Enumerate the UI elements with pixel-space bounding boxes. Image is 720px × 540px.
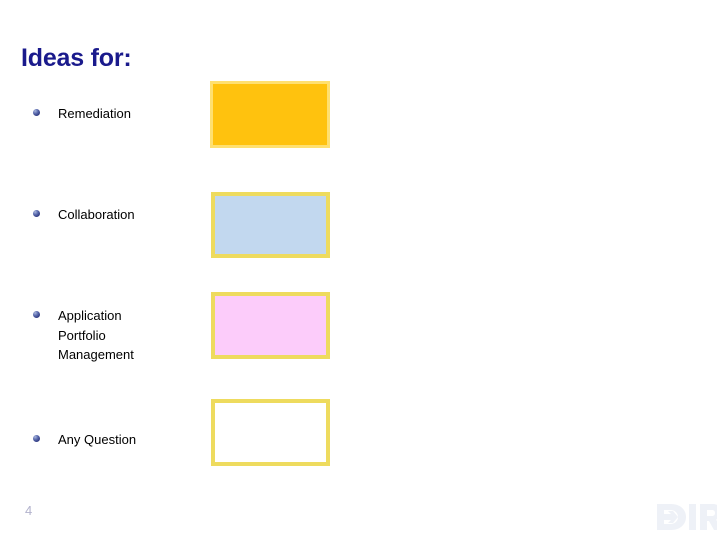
page-title: Ideas for: [21, 44, 132, 72]
list-item-label: Any Question [58, 432, 137, 447]
blue-sphere-bullet-icon [33, 435, 40, 442]
blue-sphere-bullet-icon [33, 311, 40, 318]
slide-canvas: Ideas for: Remediation Collaboration App… [0, 0, 720, 540]
list-item-label: Application Portfolio Management [58, 308, 134, 362]
list-item: Remediation [33, 104, 131, 124]
list-item: Any Question [33, 430, 136, 450]
collaboration-swatch [211, 192, 330, 258]
dir-logo-icon [655, 498, 717, 536]
list-item-label: Collaboration [58, 207, 135, 222]
list-item-label: Remediation [58, 106, 131, 121]
blue-sphere-bullet-icon [33, 210, 40, 217]
blue-sphere-bullet-icon [33, 109, 40, 116]
remediation-swatch [210, 81, 330, 148]
list-item: Collaboration [33, 205, 135, 225]
list-item: Application Portfolio Management [33, 306, 134, 365]
page-number: 4 [25, 503, 33, 518]
any-question-swatch [211, 399, 330, 466]
application-portfolio-management-swatch [211, 292, 330, 359]
